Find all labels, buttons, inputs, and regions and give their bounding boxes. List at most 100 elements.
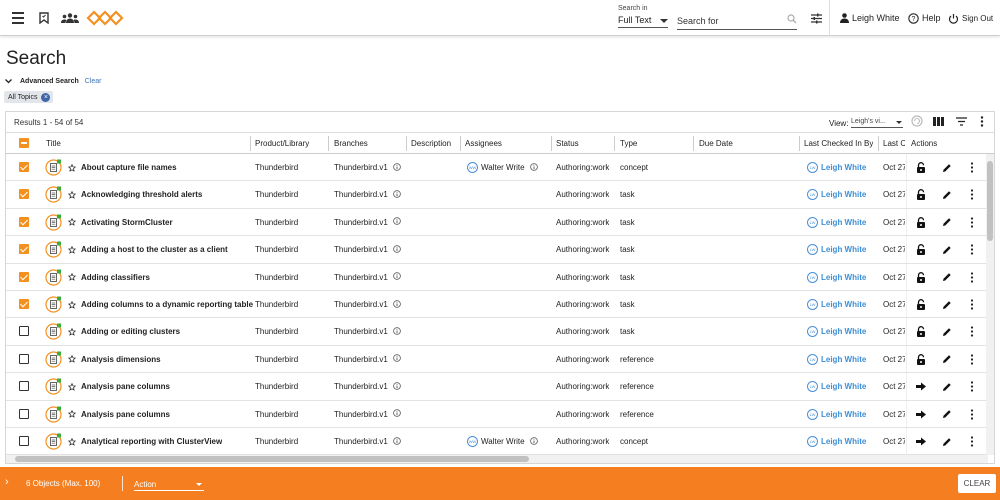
col-title[interactable]: Title (46, 139, 61, 148)
info-icon[interactable] (393, 217, 401, 227)
star-icon[interactable] (68, 318, 76, 345)
table-row[interactable]: Adding columns to a dynamic reporting ta… (6, 291, 994, 319)
horizontal-scrollbar[interactable] (6, 455, 988, 463)
star-icon[interactable] (68, 236, 76, 263)
clear-link[interactable]: Clear (85, 78, 102, 85)
close-icon[interactable]: × (41, 92, 51, 102)
lock-icon[interactable] (916, 346, 926, 373)
more-options-icon[interactable] (970, 264, 974, 291)
pencil-icon[interactable] (942, 346, 952, 373)
info-icon[interactable] (393, 354, 401, 364)
star-icon[interactable] (68, 346, 76, 373)
arrow-icon[interactable] (916, 401, 926, 428)
lock-icon[interactable] (916, 209, 926, 236)
row-checkbox[interactable] (19, 189, 29, 200)
more-options-icon[interactable] (970, 291, 974, 318)
more-options-icon[interactable] (970, 236, 974, 263)
row-title[interactable]: Activating StormCluster (81, 209, 173, 236)
horizontal-scroll-thumb[interactable] (15, 456, 529, 462)
lock-icon[interactable] (916, 318, 926, 345)
info-icon[interactable] (393, 299, 401, 310)
lock-icon[interactable] (916, 154, 926, 181)
pencil-icon[interactable] (942, 181, 952, 208)
table-row[interactable]: Adding classifiers Thunderbird Thunderbird… (6, 263, 994, 291)
row-checked-in-name[interactable]: Leigh White (821, 190, 866, 199)
row-checked-in-name[interactable]: Leigh White (821, 410, 866, 419)
lock-icon[interactable] (916, 291, 926, 318)
search-input[interactable]: Search for (677, 14, 797, 30)
row-title[interactable]: Analysis pane columns (81, 401, 170, 428)
filter-icon[interactable] (956, 117, 967, 128)
col-last-checked-in-by[interactable]: Last Checked In By (804, 139, 873, 148)
row-checked-in-name[interactable]: Leigh White (821, 163, 866, 172)
advanced-search-toggle[interactable]: Advanced Search Clear (5, 78, 101, 85)
table-row[interactable]: Acknowledging threshold alerts Thunderbir… (6, 181, 994, 209)
row-title[interactable]: Adding classifiers (81, 264, 150, 291)
more-options-icon[interactable] (970, 373, 974, 400)
star-icon[interactable] (68, 401, 76, 428)
row-title[interactable]: Analysis dimensions (81, 346, 161, 373)
row-checkbox[interactable] (19, 381, 29, 392)
more-options-icon[interactable] (970, 181, 974, 208)
row-checked-in-by[interactable]: LW Leigh White (807, 346, 866, 373)
col-branches[interactable]: Branches (334, 139, 368, 148)
row-checked-in-name[interactable]: Leigh White (821, 327, 866, 336)
row-checkbox[interactable] (19, 162, 29, 172)
col-type[interactable]: Type (620, 139, 637, 148)
table-row[interactable]: Adding or editing clusters Thunderbird Thu… (6, 318, 994, 346)
row-checkbox[interactable] (19, 244, 29, 255)
row-checked-in-name[interactable]: Leigh White (821, 300, 866, 309)
action-select[interactable]: Action (134, 479, 204, 491)
row-checked-in-name[interactable]: Leigh White (821, 218, 866, 227)
row-title[interactable]: Adding or editing clusters (81, 318, 180, 345)
pencil-icon[interactable] (942, 291, 952, 318)
info-icon[interactable] (393, 162, 401, 173)
row-checked-in-by[interactable]: LW Leigh White (807, 401, 866, 428)
col-divider[interactable] (878, 136, 879, 151)
info-icon[interactable] (393, 436, 401, 447)
search-icon[interactable] (787, 14, 797, 26)
row-checked-in-by[interactable]: LW Leigh White (807, 209, 866, 236)
info-icon[interactable] (393, 244, 401, 255)
lock-icon[interactable] (916, 181, 926, 208)
table-row[interactable]: Analysis pane columns Thunderbird Thunderb… (6, 400, 994, 428)
arrow-icon[interactable] (916, 373, 926, 400)
col-divider[interactable] (799, 136, 800, 151)
pencil-icon[interactable] (942, 318, 952, 345)
user-menu[interactable]: Leigh White (840, 0, 900, 36)
chevron-right-icon[interactable]: › (5, 476, 9, 488)
select-all-checkbox[interactable] (19, 138, 29, 148)
pencil-icon[interactable] (942, 236, 952, 263)
info-icon[interactable] (393, 190, 401, 200)
clear-button[interactable]: CLEAR (958, 474, 996, 493)
reset-view-icon[interactable] (911, 115, 923, 129)
row-title[interactable]: About capture file names (81, 154, 177, 181)
star-icon[interactable] (68, 181, 76, 208)
row-checkbox[interactable] (19, 436, 29, 446)
search-in-select[interactable]: Search in Full Text (618, 5, 668, 28)
col-divider[interactable] (460, 136, 461, 151)
advanced-search-label[interactable]: Advanced Search (20, 78, 79, 85)
row-checkbox[interactable] (19, 271, 29, 282)
row-title[interactable]: Adding columns to a dynamic reporting ta… (81, 291, 253, 318)
menu-icon[interactable] (11, 0, 25, 36)
col-divider[interactable] (250, 136, 251, 151)
col-divider[interactable] (551, 136, 552, 151)
pencil-icon[interactable] (942, 373, 952, 400)
arrow-icon[interactable] (916, 428, 926, 455)
row-checked-in-name[interactable]: Leigh White (821, 273, 866, 282)
row-checkbox[interactable] (19, 216, 29, 227)
help-button[interactable]: ? Help (908, 0, 941, 36)
col-divider[interactable] (406, 136, 407, 151)
row-checked-in-by[interactable]: LW Leigh White (807, 291, 866, 318)
bookmark-icon[interactable] (39, 0, 49, 36)
row-checked-in-name[interactable]: Leigh White (821, 382, 866, 391)
info-icon[interactable] (393, 409, 401, 419)
col-divider[interactable] (614, 136, 615, 151)
columns-icon[interactable] (933, 117, 944, 128)
filter-chip[interactable]: All Topics × (4, 91, 54, 103)
info-icon[interactable] (393, 381, 401, 392)
table-row[interactable]: About capture file names Thunderbird Thund… (6, 154, 994, 182)
col-divider[interactable] (328, 136, 329, 151)
star-icon[interactable] (68, 373, 76, 400)
